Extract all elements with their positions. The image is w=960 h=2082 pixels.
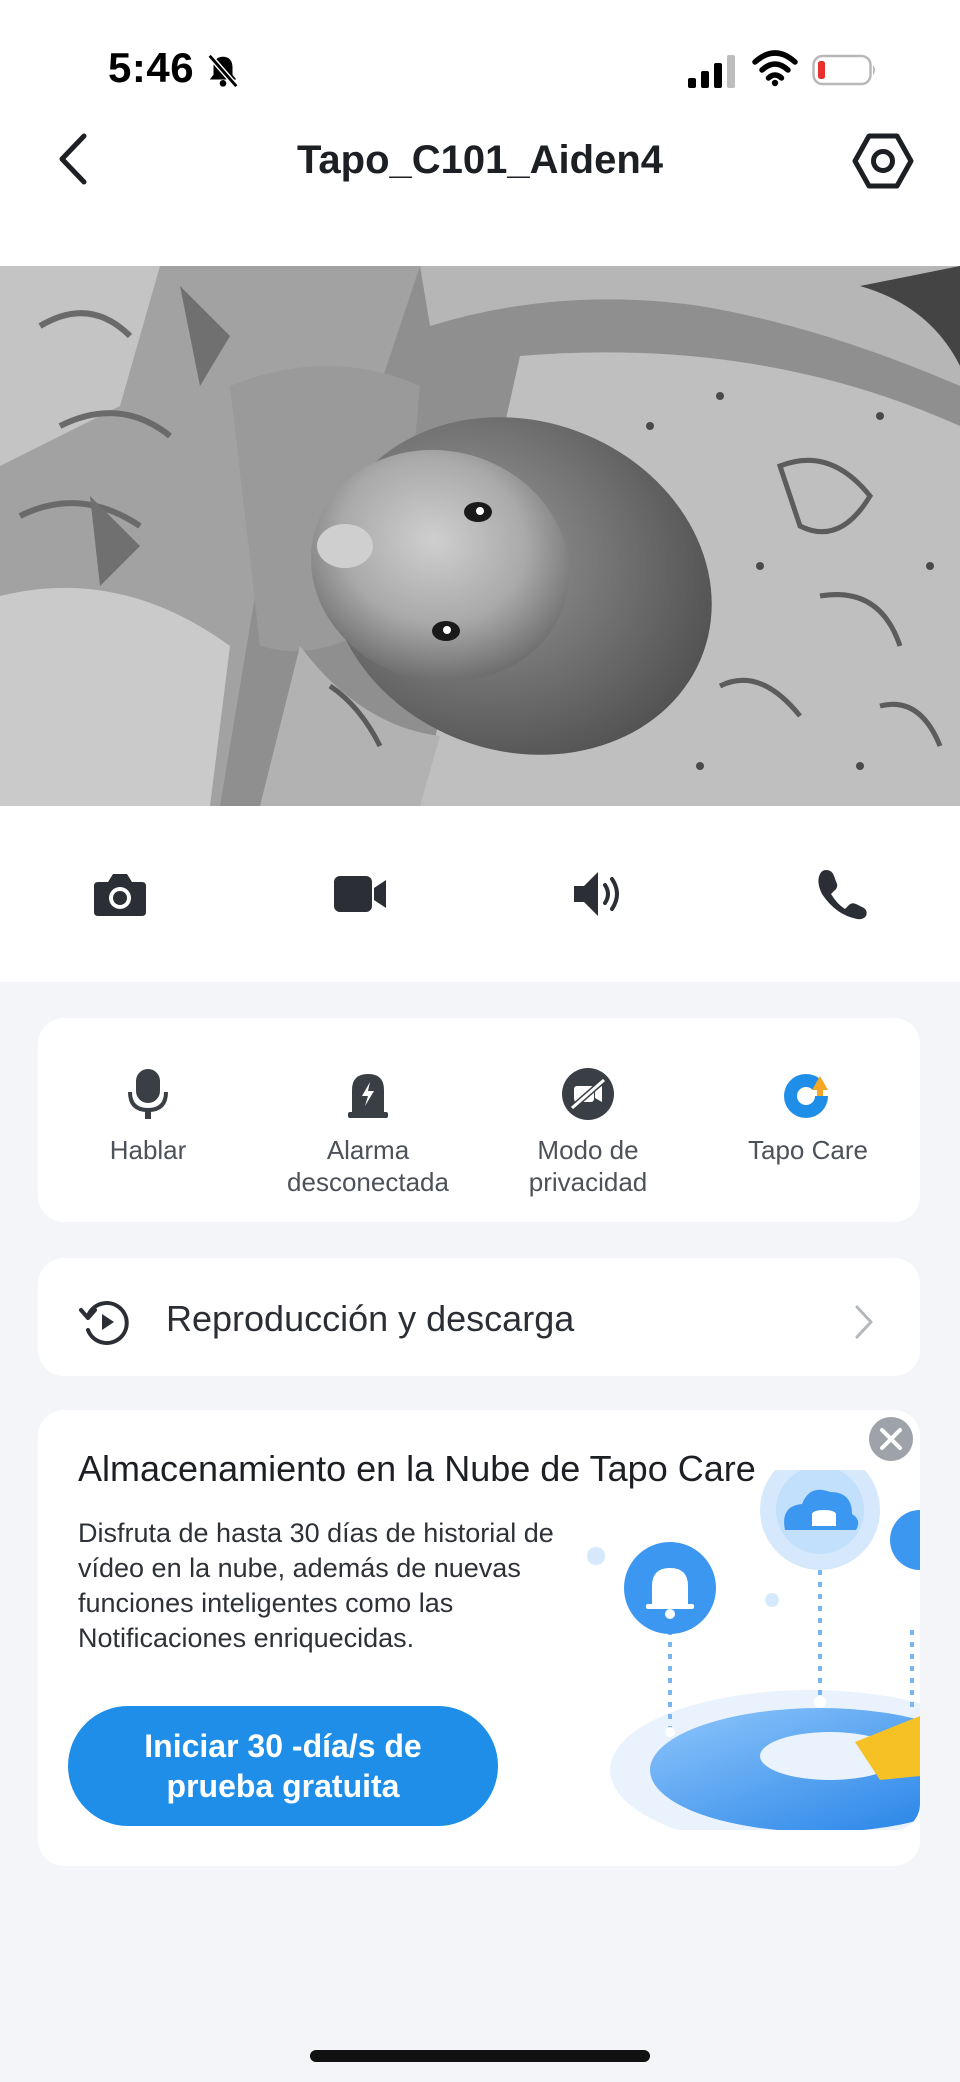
privacy-icon — [562, 1068, 614, 1120]
status-time: 5:46 — [108, 44, 195, 91]
playback-label: Reproducción y descarga — [166, 1298, 575, 1339]
cloud-storage-illustration — [580, 1470, 920, 1830]
playback-download-row[interactable]: Reproducción y descarga — [38, 1258, 920, 1376]
playback-history-icon — [79, 1301, 129, 1345]
call-icon[interactable] — [814, 868, 870, 920]
video-record-icon[interactable] — [332, 868, 388, 920]
cellular-signal-icon — [688, 55, 735, 88]
start-free-trial-button[interactable]: Iniciar 30 -día/s de prueba gratuita — [68, 1706, 498, 1826]
live-video-feed[interactable] — [0, 266, 960, 806]
privacy-mode-button[interactable]: Modo de privacidad — [478, 1066, 698, 1198]
battery-low-icon — [812, 54, 875, 86]
camera-snapshot-icon[interactable] — [92, 868, 148, 920]
settings-icon[interactable] — [852, 130, 914, 192]
speaker-icon[interactable] — [572, 868, 628, 920]
bell-off-icon — [207, 53, 239, 89]
quick-actions-card: Hablar Alarma desconectada Modo de priva… — [38, 1018, 920, 1222]
tapo-care-label: Tapo Care — [748, 1135, 868, 1165]
tapo-care-button[interactable]: Tapo Care — [698, 1066, 918, 1166]
microphone-icon — [128, 1069, 168, 1119]
privacy-label: Modo de privacidad — [528, 1135, 648, 1197]
wifi-icon — [752, 50, 798, 87]
talk-label: Hablar — [109, 1135, 187, 1165]
alarm-label: Alarma desconectada — [287, 1135, 449, 1197]
camera-controls — [0, 806, 960, 982]
chevron-right-icon — [855, 1305, 873, 1339]
talk-button[interactable]: Hablar — [38, 1066, 258, 1166]
close-icon[interactable] — [868, 1416, 914, 1462]
alarm-icon — [348, 1074, 388, 1118]
alarm-button[interactable]: Alarma desconectada — [258, 1066, 478, 1198]
tapo-care-promo-card: Almacenamiento en la Nube de Tapo Care D… — [38, 1410, 920, 1866]
top-bar — [0, 0, 960, 266]
promo-title: Almacenamiento en la Nube de Tapo Care — [78, 1448, 756, 1489]
tapo-care-icon — [784, 1074, 828, 1118]
home-indicator[interactable] — [310, 2050, 650, 2062]
promo-description: Disfruta de hasta 30 días de historial d… — [78, 1518, 554, 1653]
page-title: Tapo_C101_Aiden4 — [296, 138, 664, 182]
